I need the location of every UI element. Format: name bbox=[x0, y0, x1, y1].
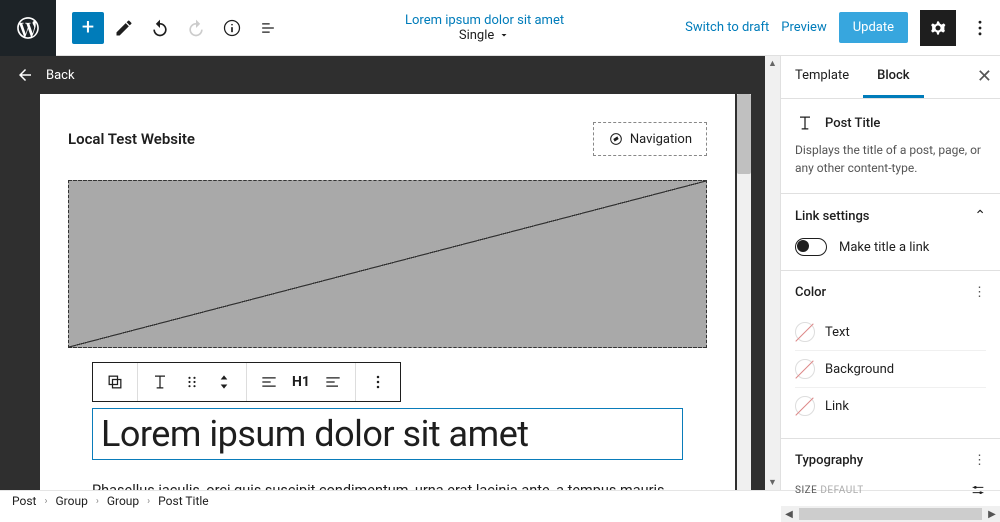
main-area: Back Local Test Website Navigation bbox=[0, 56, 1000, 490]
align-icon bbox=[259, 372, 279, 392]
title-icon bbox=[150, 372, 170, 392]
compass-icon bbox=[608, 131, 624, 147]
copy-icon bbox=[105, 372, 125, 392]
tab-template[interactable]: Template bbox=[781, 56, 863, 98]
redo-button[interactable] bbox=[180, 10, 212, 46]
document-title[interactable]: Lorem ipsum dolor sit amet bbox=[405, 13, 564, 28]
outline-button[interactable] bbox=[252, 10, 284, 46]
chevron-up-icon: ⌃ bbox=[974, 208, 986, 224]
block-info: Post Title Displays the title of a post,… bbox=[781, 99, 1000, 194]
align-button[interactable] bbox=[253, 363, 285, 401]
crumb[interactable]: Group bbox=[107, 494, 139, 508]
block-type-button[interactable] bbox=[144, 363, 176, 401]
publish-actions: Switch to draft Preview Update bbox=[685, 10, 1000, 46]
title-icon bbox=[795, 113, 815, 133]
redo-icon bbox=[186, 18, 206, 38]
preview-button[interactable]: Preview bbox=[781, 20, 826, 35]
typography-size-row: SIZE DEFAULT bbox=[781, 482, 1000, 506]
add-block-button[interactable]: + bbox=[72, 12, 104, 44]
edit-mode-button[interactable] bbox=[108, 10, 140, 46]
canvas: Local Test Website Navigation bbox=[40, 94, 735, 490]
hscroll-thumb[interactable] bbox=[799, 508, 982, 520]
navigation-placeholder[interactable]: Navigation bbox=[593, 122, 707, 156]
chevron-right-icon: › bbox=[96, 496, 99, 507]
panel-color: Color ⋮ Text Background Link bbox=[781, 271, 1000, 439]
crumb[interactable]: Post Title bbox=[158, 494, 208, 508]
color-text-row[interactable]: Text bbox=[795, 314, 986, 351]
canvas-wrap: Local Test Website Navigation bbox=[0, 94, 765, 490]
back-bar[interactable]: Back bbox=[0, 56, 765, 94]
pencil-icon bbox=[114, 18, 134, 38]
text-align-icon bbox=[323, 372, 343, 392]
list-icon bbox=[258, 18, 278, 38]
info-button[interactable] bbox=[216, 10, 248, 46]
site-title[interactable]: Local Test Website bbox=[68, 130, 195, 148]
top-toolbar: + Lorem ipsum dolor sit amet Single Swit… bbox=[0, 0, 1000, 56]
color-background-row[interactable]: Background bbox=[795, 351, 986, 388]
ellipsis-vertical-icon bbox=[970, 18, 990, 38]
canvas-scrollbar-thumb[interactable] bbox=[737, 94, 751, 174]
block-toolbar: H1 bbox=[92, 362, 401, 402]
info-icon bbox=[222, 18, 242, 38]
crumb[interactable]: Group bbox=[55, 494, 87, 508]
settings-button[interactable] bbox=[920, 10, 956, 46]
typography-panel-more[interactable]: ⋮ bbox=[973, 453, 986, 468]
chevron-right-icon: › bbox=[44, 496, 47, 507]
site-header: Local Test Website Navigation bbox=[68, 122, 707, 156]
make-title-link-toggle-row: Make title a link bbox=[795, 238, 986, 256]
move-button[interactable] bbox=[208, 363, 240, 401]
panel-link-settings: Link settings ⌃ Make title a link bbox=[781, 194, 1000, 271]
wordpress-icon bbox=[15, 15, 41, 41]
block-more-button[interactable] bbox=[362, 363, 394, 401]
switch-to-draft-button[interactable]: Switch to draft bbox=[685, 20, 769, 35]
color-panel-more[interactable]: ⋮ bbox=[973, 285, 986, 300]
update-button[interactable]: Update bbox=[839, 12, 908, 43]
wp-logo[interactable] bbox=[0, 0, 56, 56]
drag-handle[interactable] bbox=[176, 363, 208, 401]
color-swatch-icon bbox=[795, 322, 815, 342]
editor-area: Back Local Test Website Navigation bbox=[0, 56, 765, 490]
undo-icon bbox=[150, 18, 170, 38]
sidebar-horizontal-scrollbar[interactable]: ◀ ▶ bbox=[781, 506, 1000, 522]
scroll-down-arrow[interactable]: ▼ bbox=[765, 475, 780, 490]
heading-level-button[interactable]: H1 bbox=[285, 363, 317, 401]
post-content[interactable]: Phasellus iaculis, orci quis suscipit co… bbox=[92, 480, 683, 490]
document-title-area: Lorem ipsum dolor sit amet Single bbox=[284, 13, 685, 43]
back-label: Back bbox=[46, 68, 75, 83]
drag-icon bbox=[182, 372, 202, 392]
block-name: Post Title bbox=[825, 116, 880, 131]
panel-typography: Typography ⋮ SIZE DEFAULT bbox=[781, 439, 1000, 506]
post-title-block[interactable]: Lorem ipsum dolor sit amet bbox=[92, 408, 683, 460]
close-sidebar-button[interactable]: ✕ bbox=[977, 66, 992, 87]
ellipsis-vertical-icon bbox=[368, 372, 388, 392]
select-parent-button[interactable] bbox=[99, 363, 131, 401]
sidebar-tabs: Template Block ✕ bbox=[781, 56, 1000, 99]
panel-typography-header[interactable]: Typography ⋮ bbox=[781, 439, 1000, 482]
scroll-left-arrow[interactable]: ◀ bbox=[781, 506, 797, 522]
chevron-down-icon bbox=[498, 29, 510, 41]
featured-image-placeholder[interactable] bbox=[68, 180, 707, 348]
block-description: Displays the title of a post, page, or a… bbox=[795, 141, 986, 177]
text-align-button[interactable] bbox=[317, 363, 349, 401]
color-swatch-icon bbox=[795, 396, 815, 416]
more-options-button[interactable] bbox=[968, 10, 992, 46]
vertical-scrollbar[interactable]: ▲ ▼ bbox=[765, 56, 780, 490]
panel-color-header[interactable]: Color ⋮ bbox=[781, 271, 1000, 314]
settings-sidebar: Template Block ✕ Post Title Displays the… bbox=[780, 56, 1000, 490]
make-title-link-toggle[interactable] bbox=[795, 238, 827, 256]
color-link-row[interactable]: Link bbox=[795, 388, 986, 424]
scroll-right-arrow[interactable]: ▶ bbox=[984, 506, 1000, 522]
tab-block[interactable]: Block bbox=[863, 56, 923, 98]
panel-link-settings-header[interactable]: Link settings ⌃ bbox=[781, 194, 1000, 238]
undo-button[interactable] bbox=[144, 10, 176, 46]
sliders-icon[interactable] bbox=[970, 482, 986, 498]
gear-icon bbox=[928, 18, 948, 38]
move-updown-icon bbox=[214, 372, 234, 392]
chevron-right-icon: › bbox=[147, 496, 150, 507]
arrow-left-icon bbox=[16, 66, 34, 84]
template-selector[interactable]: Single bbox=[459, 28, 510, 43]
color-swatch-icon bbox=[795, 359, 815, 379]
scroll-up-arrow[interactable]: ▲ bbox=[765, 56, 780, 71]
crumb[interactable]: Post bbox=[12, 494, 36, 508]
